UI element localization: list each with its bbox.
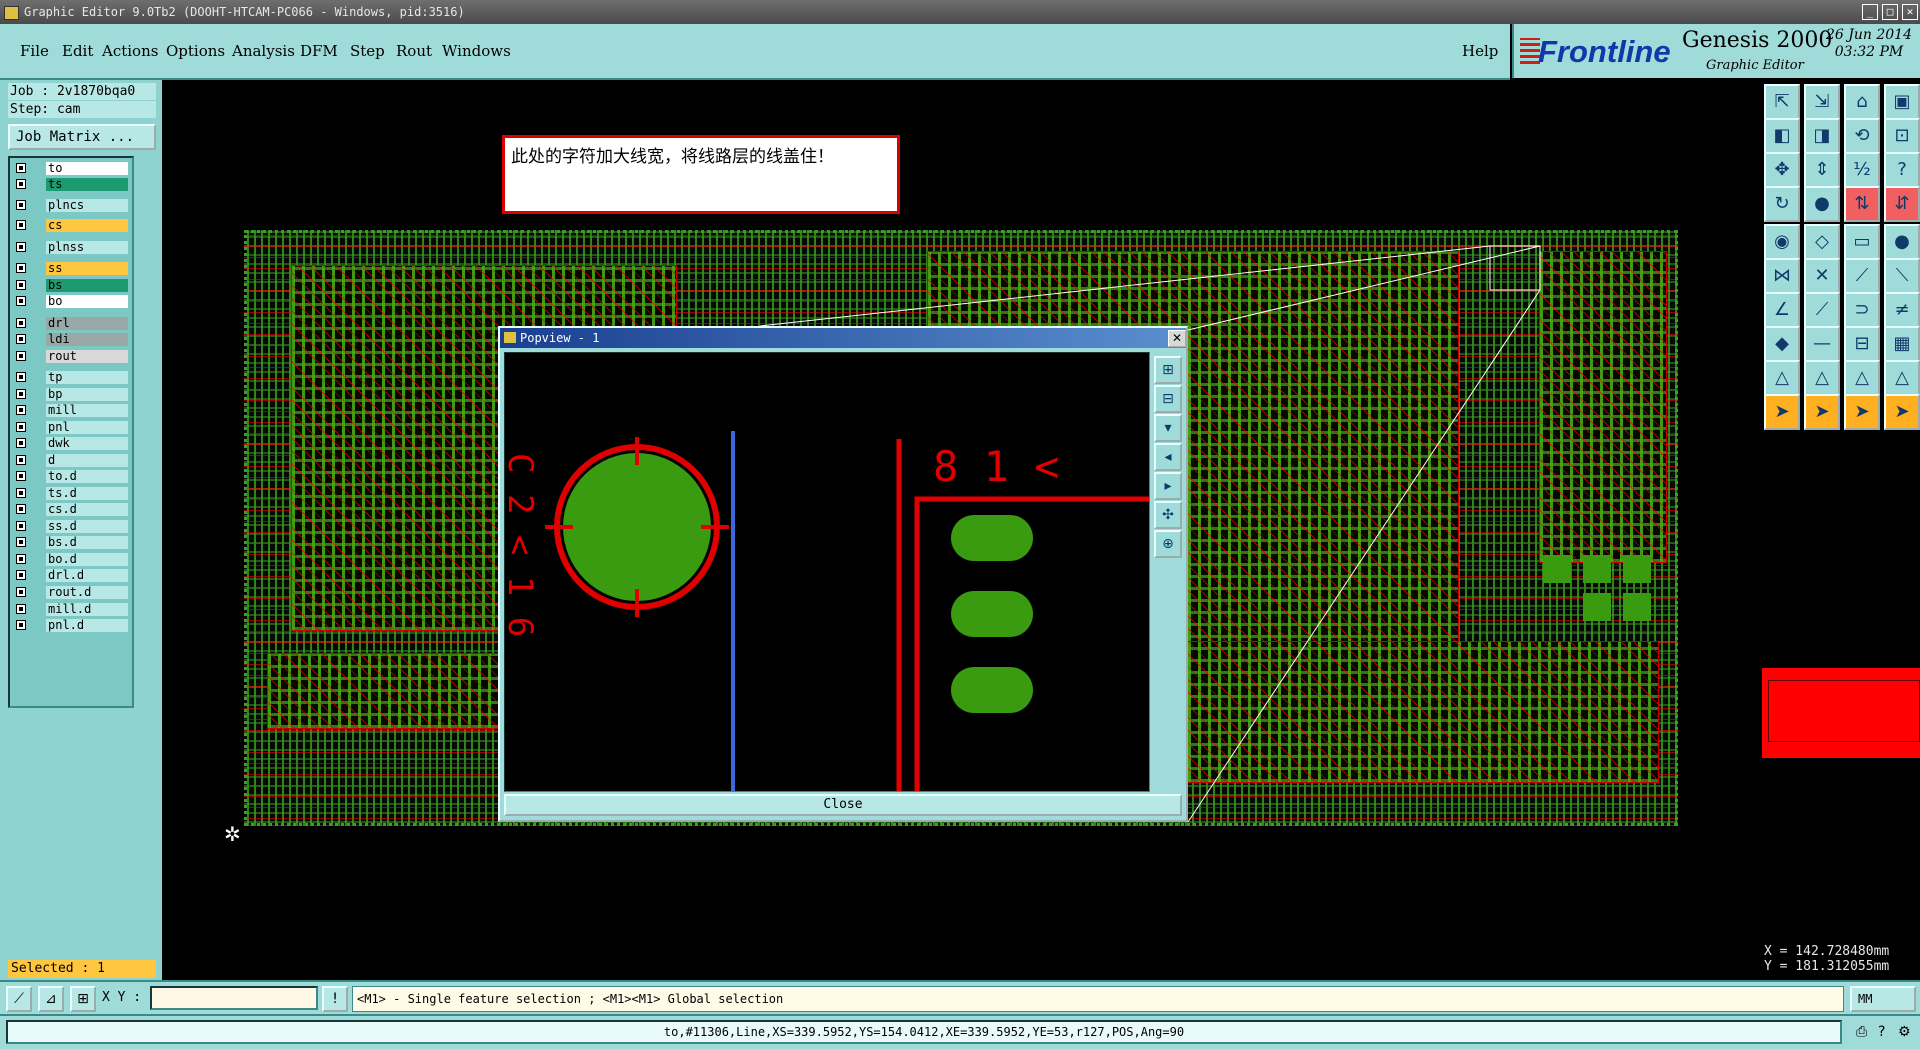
oval-pad [951, 515, 1033, 561]
silk-text-left: C 2 < 1 6 [505, 453, 540, 637]
home-icon[interactable]: ⌂ [1844, 84, 1880, 120]
measure-icon[interactable]: ⟋ [6, 986, 32, 1012]
distribute-icon[interactable]: ⇵ [1884, 186, 1920, 222]
select-icon[interactable]: ➤ [1764, 394, 1800, 430]
not-equal-icon[interactable]: ≠ [1884, 292, 1920, 328]
diamond-icon[interactable]: ◇ [1804, 224, 1840, 260]
triangle-alt-icon[interactable]: △ [1804, 360, 1840, 396]
popview-pan-left-icon[interactable]: ◂ [1154, 443, 1182, 471]
left-panel-icon[interactable]: ◧ [1764, 118, 1800, 154]
popview-close-icon[interactable]: ✕ [1168, 330, 1186, 347]
popview-title: Popview - 1 [520, 331, 600, 345]
grid-icon[interactable]: ⊞ [70, 986, 96, 1012]
via-pad [563, 453, 711, 601]
popview-zoom-drawing: 8 1 < C 2 < 1 6 [505, 431, 1149, 791]
curve-icon[interactable]: ⊃ [1844, 292, 1880, 328]
triangle-fill-icon[interactable]: △ [1844, 360, 1880, 396]
dash-icon[interactable]: — [1804, 326, 1840, 362]
circle-icon[interactable]: ◉ [1764, 224, 1800, 260]
popview-title-bar[interactable]: Popview - 1 ✕ [500, 328, 1186, 348]
rect-icon[interactable]: ▭ [1844, 224, 1880, 260]
alert-icon[interactable]: ! [322, 986, 348, 1012]
pad-icon[interactable]: ● [1804, 186, 1840, 222]
command-bar: ⟋ ⊿ ⊞ X Y : ! <M1> - Single feature sele… [0, 980, 1920, 1014]
oval-pad [951, 591, 1033, 637]
y-coordinate: Y = 181.312055mm [1764, 959, 1890, 974]
status-bar: to,#11306,Line,XS=339.5952,YS=154.0412,X… [0, 1014, 1920, 1049]
move-icon[interactable]: ✥ [1764, 152, 1800, 188]
popview-pan-down-icon[interactable]: ▾ [1154, 414, 1182, 442]
coordinates-readout: X = 142.728480mm Y = 181.312055mm [1764, 944, 1889, 974]
angle-icon[interactable]: ∠ [1764, 292, 1800, 328]
dot-icon[interactable]: ● [1884, 224, 1920, 260]
scale-icon[interactable]: ½ [1844, 152, 1880, 188]
query-icon[interactable]: ? [1884, 152, 1920, 188]
active-layer-swatch [1762, 668, 1920, 758]
xy-label: X Y : [102, 990, 142, 1005]
popview-dialog: Popview - 1 ✕ 8 1 < C 2 < 1 6 ⊞ ⊟ [498, 326, 1188, 822]
xy-input[interactable] [150, 986, 318, 1010]
popview-app-icon [504, 332, 516, 343]
rotate-icon[interactable]: ↻ [1764, 186, 1800, 222]
popview-fit-icon[interactable]: ✣ [1154, 501, 1182, 529]
x-coordinate: X = 142.728480mm [1764, 944, 1890, 959]
popview-zoom-out-icon[interactable]: ⊟ [1154, 385, 1182, 413]
box-icon[interactable]: ⊟ [1844, 326, 1880, 362]
right-panel-icon[interactable]: ◨ [1804, 118, 1840, 154]
popview-center-icon[interactable]: ⊕ [1154, 530, 1182, 558]
help-icon[interactable]: ? [1878, 1024, 1885, 1040]
point-icon[interactable]: ◆ [1764, 326, 1800, 362]
oval-pad [951, 667, 1033, 713]
mouse-hint: <M1> - Single feature selection ; <M1><M… [352, 986, 1844, 1012]
grid-fill-icon[interactable]: ▦ [1884, 326, 1920, 362]
window-icon[interactable]: ▣ [1884, 84, 1920, 120]
open-icon[interactable]: ⇱ [1764, 84, 1800, 120]
popview-pan-right-icon[interactable]: ▸ [1154, 472, 1182, 500]
connect-icon[interactable]: ⋈ [1764, 258, 1800, 294]
snap-icon[interactable]: ⊿ [38, 986, 64, 1012]
active-layer-indicator [1768, 680, 1920, 742]
print-icon[interactable]: ⎙ [1856, 1024, 1867, 1040]
arc-icon[interactable]: ⟍ [1884, 258, 1920, 294]
origin-crosshair-icon: ✲ [224, 822, 241, 846]
feature-info: to,#11306,Line,XS=339.5952,YS=154.0412,X… [6, 1020, 1842, 1044]
slash-icon[interactable]: ⟋ [1804, 292, 1840, 328]
popview-close-button[interactable]: Close [504, 794, 1182, 816]
align-icon[interactable]: ⇅ [1844, 186, 1880, 222]
right-toolbar: ⇱ ⇲ ⌂ ▣ ◧ ◨ ⟲ ⊡ ✥ ⇕ ½? ↻ ● ⇅ ⇵ ◉ ◇ ▭ ● ⋈ ✕ ⟋ ⟍ ∠ ⟋ ⊃ ≠ ◆ — ⊟ ▦ △ △ △ △ ➤ ➤ ➤ ➤ [1760, 80, 1920, 980]
flip-icon[interactable]: ⇕ [1804, 152, 1840, 188]
select-alt-icon[interactable]: ➤ [1804, 394, 1840, 430]
fit-icon[interactable]: ⊡ [1884, 118, 1920, 154]
silk-text-right: 8 1 < [933, 442, 1059, 491]
popview-zoom-in-icon[interactable]: ⊞ [1154, 356, 1182, 384]
line-icon[interactable]: ⟋ [1844, 258, 1880, 294]
popview-toolbar: ⊞ ⊟ ▾ ◂ ▸ ✣ ⊕ [1152, 352, 1184, 790]
select-net-icon[interactable]: ➤ [1884, 394, 1920, 430]
delete-icon[interactable]: ✕ [1804, 258, 1840, 294]
undo-icon[interactable]: ⟲ [1844, 118, 1880, 154]
triangle-outline-icon[interactable]: △ [1884, 360, 1920, 396]
save-icon[interactable]: ⇲ [1804, 84, 1840, 120]
popview-canvas[interactable]: 8 1 < C 2 < 1 6 [504, 352, 1150, 792]
units-selector[interactable]: MM [1850, 986, 1916, 1012]
settings-icon[interactable]: ⚙ [1898, 1024, 1911, 1040]
annotation-note: 此处的字符加大线宽，将线路层的线盖住！ [502, 135, 900, 214]
triangle-icon[interactable]: △ [1764, 360, 1800, 396]
select-region-icon[interactable]: ➤ [1844, 394, 1880, 430]
